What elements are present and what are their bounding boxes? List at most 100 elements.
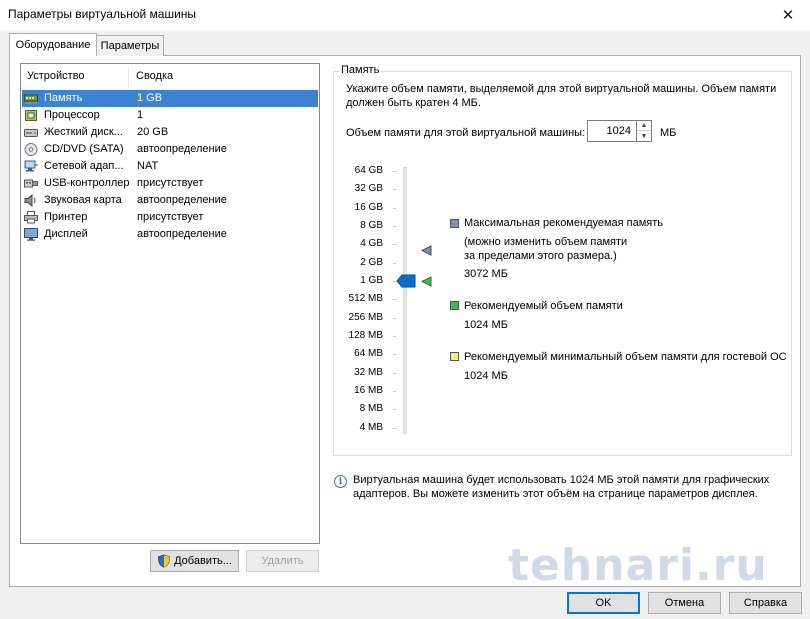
max-recommended-note-line2: за пределами этого размера.)	[464, 250, 617, 262]
device-summary: 20 GB	[137, 126, 169, 138]
cancel-label: Отмена	[664, 597, 705, 609]
scale-label: 4 GB	[360, 238, 383, 249]
scale-label: 64 MB	[354, 348, 383, 359]
scale-label: 32 GB	[354, 183, 383, 194]
device-row-printer[interactable]: Принтер присутствует	[22, 209, 318, 226]
scale-tick	[393, 189, 396, 190]
memory-unit: МБ	[660, 127, 677, 139]
scale-tick	[393, 373, 396, 374]
scale-label: 8 GB	[360, 220, 383, 231]
memory-description: Укажите объем памяти, выделяемой для это…	[346, 83, 777, 109]
device-summary: автоопределение	[137, 194, 227, 206]
tab-parameters-label: Параметры	[100, 40, 160, 52]
scale-tick	[393, 391, 396, 392]
scale-label: 8 MB	[359, 403, 383, 414]
memory-icon	[24, 94, 38, 104]
device-row-display[interactable]: Дисплей автоопределение	[22, 226, 318, 243]
ok-button[interactable]: OK	[567, 592, 640, 614]
device-name: Звуковая карта	[44, 194, 122, 206]
recommended-title: Рекомендуемый объем памяти	[464, 300, 623, 312]
max-recommended-title: Максимальная рекомендуемая память	[464, 217, 664, 229]
device-row-usb[interactable]: USB-контроллер присутствует	[22, 175, 318, 192]
device-name: CD/DVD (SATA)	[44, 143, 124, 155]
scale-tick	[393, 171, 396, 172]
device-summary: 1	[137, 109, 144, 121]
display-icon	[24, 228, 38, 241]
remove-device-button[interactable]: Удалить	[246, 550, 319, 572]
device-list[interactable]: Устройство Сводка Память 1 GB Процессор …	[20, 63, 320, 544]
tab-parameters[interactable]: Параметры	[96, 35, 164, 56]
close-icon: ✕	[781, 7, 795, 24]
scale-tick	[393, 354, 396, 355]
sound-card-icon	[24, 194, 36, 207]
device-row-memory[interactable]: Память 1 GB	[22, 90, 318, 107]
column-header-device[interactable]: Устройство	[27, 70, 85, 82]
memory-slider-thumb[interactable]	[396, 274, 416, 288]
memory-field-label: Объем памяти для этой виртуальной машины…	[346, 127, 586, 139]
device-name: Принтер	[44, 211, 88, 223]
device-summary: 1 GB	[137, 92, 163, 104]
chevron-up-icon: ▲	[640, 122, 648, 129]
device-summary: присутствует	[137, 211, 204, 223]
scale-label: 2 GB	[360, 257, 383, 268]
help-button[interactable]: Справка	[729, 592, 802, 614]
scale-label: 4 MB	[359, 422, 383, 433]
window-title: Параметры виртуальной машины	[8, 7, 197, 21]
add-device-button[interactable]: Добавить...	[150, 550, 239, 572]
tab-hardware[interactable]: Оборудование	[9, 33, 97, 56]
device-name: Процессор	[44, 109, 100, 121]
scale-label: 32 MB	[354, 367, 383, 378]
scale-label: 16 MB	[354, 385, 383, 396]
cancel-button[interactable]: Отмена	[648, 592, 721, 614]
device-summary: NAT	[137, 160, 159, 172]
device-row-sound[interactable]: Звуковая карта автоопределение	[22, 192, 318, 209]
min-recommended-title: Рекомендуемый минимальный объем памяти д…	[464, 351, 787, 363]
usb-icon	[24, 179, 38, 188]
hard-disk-icon	[24, 129, 38, 137]
scale-label: 64 GB	[354, 165, 383, 176]
title-bar: Параметры виртуальной машины ✕	[0, 0, 810, 30]
scale-tick	[393, 263, 396, 264]
scale-tick	[393, 208, 396, 209]
info-icon: i	[334, 475, 347, 488]
device-name: USB-контроллер	[44, 177, 130, 189]
device-name: Память	[44, 92, 83, 104]
shield-icon	[158, 554, 171, 568]
device-row-hard-disk[interactable]: Жесткий диск... 20 GB	[22, 124, 318, 141]
scale-label: 1 GB	[360, 275, 383, 286]
tab-hardware-label: Оборудование	[15, 39, 91, 51]
network-adapter-icon	[24, 160, 38, 172]
scale-tick	[393, 428, 396, 429]
spin-up-button[interactable]: ▲	[637, 121, 651, 131]
add-device-label: Добавить...	[174, 555, 232, 567]
scale-label: 256 MB	[348, 312, 383, 323]
watermark: tehnari.ru	[508, 540, 768, 591]
device-row-network[interactable]: Сетевой адап... NAT	[22, 158, 318, 175]
memory-size-input[interactable]	[587, 120, 637, 142]
recommended-swatch	[450, 301, 459, 310]
cpu-icon	[25, 110, 37, 121]
chevron-down-icon: ▼	[640, 132, 648, 140]
device-row-cpu[interactable]: Процессор 1	[22, 107, 318, 124]
recommended-marker-icon	[421, 276, 432, 287]
scale-tick	[393, 409, 396, 410]
column-separator[interactable]	[128, 68, 129, 88]
device-summary: присутствует	[137, 177, 204, 189]
column-header-summary[interactable]: Сводка	[136, 70, 173, 82]
scale-tick	[393, 299, 396, 300]
close-button[interactable]: ✕	[768, 0, 808, 30]
spin-down-button[interactable]: ▼	[637, 131, 651, 141]
memory-slider-track[interactable]	[403, 167, 407, 434]
device-list-header: Устройство Сводка	[21, 64, 319, 90]
cd-dvd-icon	[24, 143, 38, 156]
scale-tick	[393, 336, 396, 337]
device-summary: автоопределение	[137, 228, 227, 240]
scale-tick	[393, 226, 396, 227]
device-name: Жесткий диск...	[44, 126, 123, 138]
printer-icon	[24, 211, 38, 224]
min-recommended-swatch	[450, 352, 459, 361]
recommended-value: 1024 МБ	[464, 319, 508, 331]
memory-spinner[interactable]: ▲ ▼	[637, 120, 652, 142]
device-row-cd-dvd[interactable]: CD/DVD (SATA) автоопределение	[22, 141, 318, 158]
device-name: Сетевой адап...	[44, 160, 124, 172]
